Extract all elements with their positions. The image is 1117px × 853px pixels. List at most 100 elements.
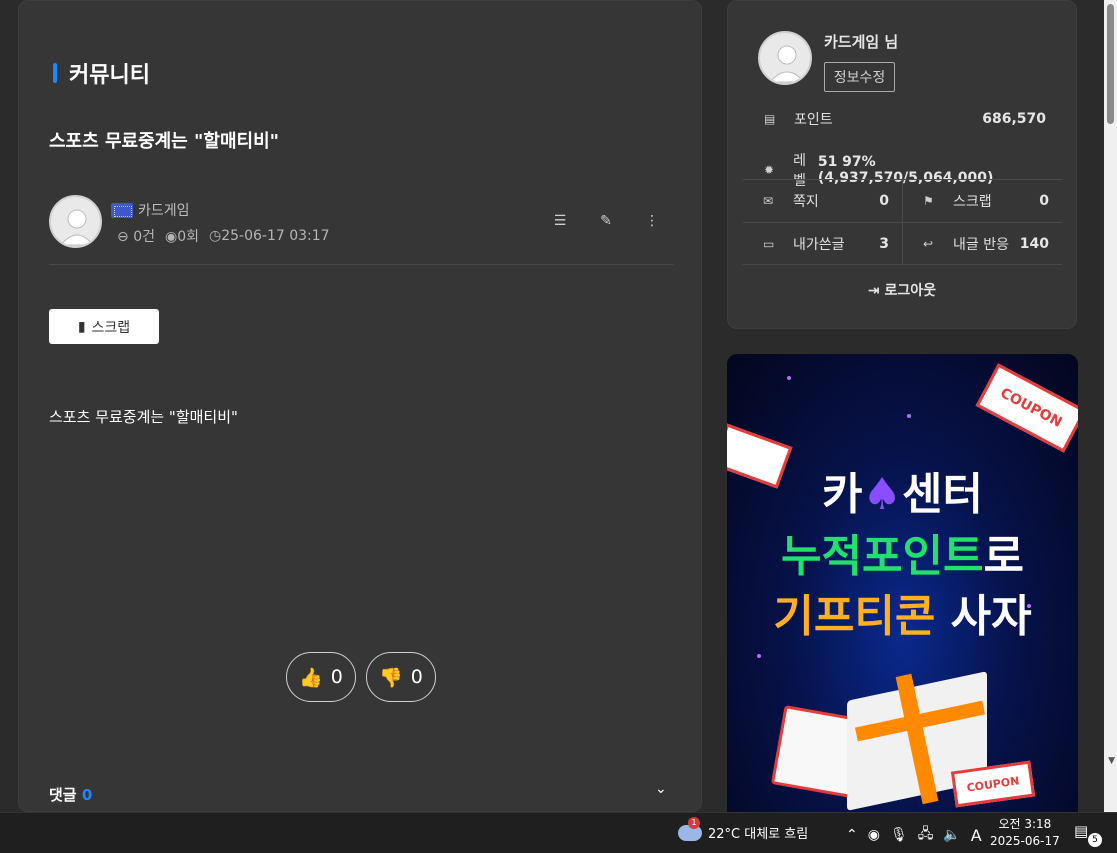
taskbar: 1 22°C 대체로 흐림 ⌃ ◉ 🎙 🖧 🔈 A 오전 3:18 2025-0… (0, 812, 1117, 853)
memo-count: 0 (879, 193, 889, 209)
more-icon[interactable]: ⋮ (641, 213, 663, 229)
comment-icon: ⊖ (117, 229, 129, 245)
username: 카드게임 님 (824, 33, 899, 51)
post-date-text: 25-06-17 03:17 (221, 228, 330, 244)
scrap-label: 스크랩 (953, 194, 992, 210)
my-posts-cell[interactable]: ▭ 내가쓴글 3 (743, 223, 903, 265)
post-body: 스포츠 무료중계는 "할매티비" (49, 408, 238, 426)
post-tools: ☰ ✎ ⋮ (549, 213, 663, 229)
cloud-icon: 1 (678, 816, 702, 841)
avatar-person-icon (59, 209, 95, 246)
level-badge-icon (111, 202, 133, 218)
weather-text: 22°C 대체로 흐림 (708, 827, 809, 842)
comment-count-text: 0건 (133, 229, 155, 245)
my-posts-count: 3 (879, 236, 889, 252)
coupon-ticket: COUPON (975, 363, 1078, 453)
logout-button[interactable]: ⇥ 로그아웃 (728, 280, 1076, 300)
speaker-icon[interactable]: 🔈 (943, 827, 960, 843)
scrap-count: 0 (1039, 193, 1049, 209)
chevron-down-icon[interactable]: ⌄ (655, 781, 667, 797)
comments-header[interactable]: 댓글 0 (49, 784, 92, 805)
banner-line-1: 카♠센터 (727, 458, 1078, 522)
memo-label: 쪽지 (793, 194, 819, 210)
weather-badge: 1 (688, 816, 700, 829)
points-icon: ▤ (764, 112, 776, 126)
banner-text: 누적포인트 (781, 531, 984, 582)
post-title: 스포츠 무료중계는 "할매티비" (49, 131, 280, 152)
scrap-cell[interactable]: ⚑ 스크랩 0 (903, 180, 1063, 222)
bookmark-icon: ▮ (77, 318, 86, 335)
record-icon[interactable]: ◉ (868, 827, 880, 843)
reactions-count: 140 (1019, 236, 1049, 252)
clock-date: 2025-06-17 (990, 834, 1060, 848)
comments-count: 0 (81, 786, 93, 804)
post-meta: ⊖ 0건 ◉0회 ◷25-06-17 03:17 (117, 226, 330, 246)
clock[interactable]: 오전 3:18 2025-06-17 (990, 816, 1060, 850)
article-panel: 커뮤니티 스포츠 무료중계는 "할매티비" 카드게임 ⊖ 0건 ◉0회 ◷25-… (18, 0, 702, 812)
comments-label: 댓글 (49, 786, 77, 804)
scrollbar-thumb[interactable] (1107, 4, 1114, 124)
title-accent-bar (53, 63, 57, 83)
my-posts-label: 내가쓴글 (793, 237, 845, 253)
dislike-count: 0 (410, 666, 423, 688)
author-bar: 카드게임 ⊖ 0건 ◉0회 ◷25-06-17 03:17 ☰ ✎ ⋮ (49, 195, 673, 265)
post-date: ◷25-06-17 03:17 (209, 228, 330, 244)
section-title: 커뮤니티 (53, 57, 150, 89)
chat-bubble-icon: ▤ (1074, 822, 1089, 840)
logout-label: 로그아웃 (884, 283, 937, 299)
banner-text: 사자 (950, 591, 1032, 642)
posts-icon: ▭ (763, 237, 775, 251)
banner-line-3: 기프티콘 사자 (727, 580, 1078, 644)
mail-icon: ✉ (763, 194, 774, 208)
ime-indicator[interactable]: A (971, 826, 982, 845)
reactions-cell[interactable]: ↩ 내글 반응 140 (903, 223, 1063, 265)
dislike-button[interactable]: 👎 0 (366, 652, 436, 702)
microphone-icon[interactable]: 🎙 (890, 827, 908, 843)
view-count-text: 0회 (177, 229, 199, 245)
notification-icon[interactable]: ▤ 5 (1074, 822, 1102, 847)
weather-widget[interactable]: 1 22°C 대체로 흐림 (678, 816, 809, 842)
sparkle (787, 376, 791, 380)
banner-line-2: 누적포인트로 (727, 520, 1078, 584)
sparkle (907, 414, 911, 418)
author-name[interactable]: 카드게임 (111, 200, 190, 220)
scrap-button[interactable]: ▮ 스크랩 (49, 309, 159, 344)
user-panel: 카드게임 님 정보수정 ▤ 포인트 686,570 ✹ 레벨 51 97% (4… (727, 0, 1077, 329)
notification-count: 5 (1088, 833, 1102, 847)
banner-text: 로 (983, 531, 1024, 582)
sparkle (757, 654, 761, 658)
level-icon: ✹ (764, 163, 775, 177)
author-name-text: 카드게임 (138, 203, 190, 219)
scrollbar[interactable]: ▼ (1104, 0, 1117, 812)
clock-icon: ◷ (209, 228, 222, 244)
logout-icon: ⇥ (867, 283, 880, 299)
system-tray: ⌃ ◉ 🎙 🖧 🔈 A (846, 823, 982, 847)
chevron-up-icon[interactable]: ⌃ (846, 827, 858, 843)
eye-icon: ◉ (164, 229, 178, 245)
scroll-down-arrow-icon[interactable]: ▼ (1108, 756, 1115, 766)
clock-time: 오전 3:18 (998, 817, 1052, 831)
network-icon[interactable]: 🖧 (918, 823, 934, 847)
scrap-button-label: 스크랩 (91, 319, 131, 336)
pencil-icon[interactable]: ✎ (595, 213, 617, 229)
avatar-person-icon (768, 45, 806, 83)
like-button[interactable]: 👍 0 (286, 652, 356, 702)
section-title-text: 커뮤니티 (69, 63, 150, 88)
reactions-label: 내글 반응 (953, 237, 1009, 253)
comment-count: ⊖ 0건 (117, 226, 155, 246)
points-label: 포인트 (794, 112, 833, 128)
flag-icon: ⚑ (923, 194, 934, 208)
promo-banner[interactable]: COUPON 카♠센터 누적포인트로 기프티콘 사자 COUPON (727, 354, 1078, 824)
thumbs-down-icon: 👎 (379, 666, 403, 689)
user-avatar[interactable] (758, 31, 812, 85)
thumbs-up-icon: 👍 (299, 666, 323, 689)
author-avatar[interactable] (49, 195, 102, 248)
banner-text: 기프티콘 (773, 591, 936, 642)
user-stats-grid: ✉ 쪽지 0 ⚑ 스크랩 0 ▭ 내가쓴글 3 ↩ 내글 반응 140 (743, 179, 1062, 265)
edit-profile-button[interactable]: 정보수정 (824, 62, 895, 92)
points-value: 686,570 (982, 111, 1046, 127)
list-icon[interactable]: ☰ (549, 213, 571, 229)
points-row: ▤ 포인트 686,570 (764, 109, 1046, 129)
banner-text: 센터 (901, 469, 983, 520)
memo-cell[interactable]: ✉ 쪽지 0 (743, 180, 903, 222)
